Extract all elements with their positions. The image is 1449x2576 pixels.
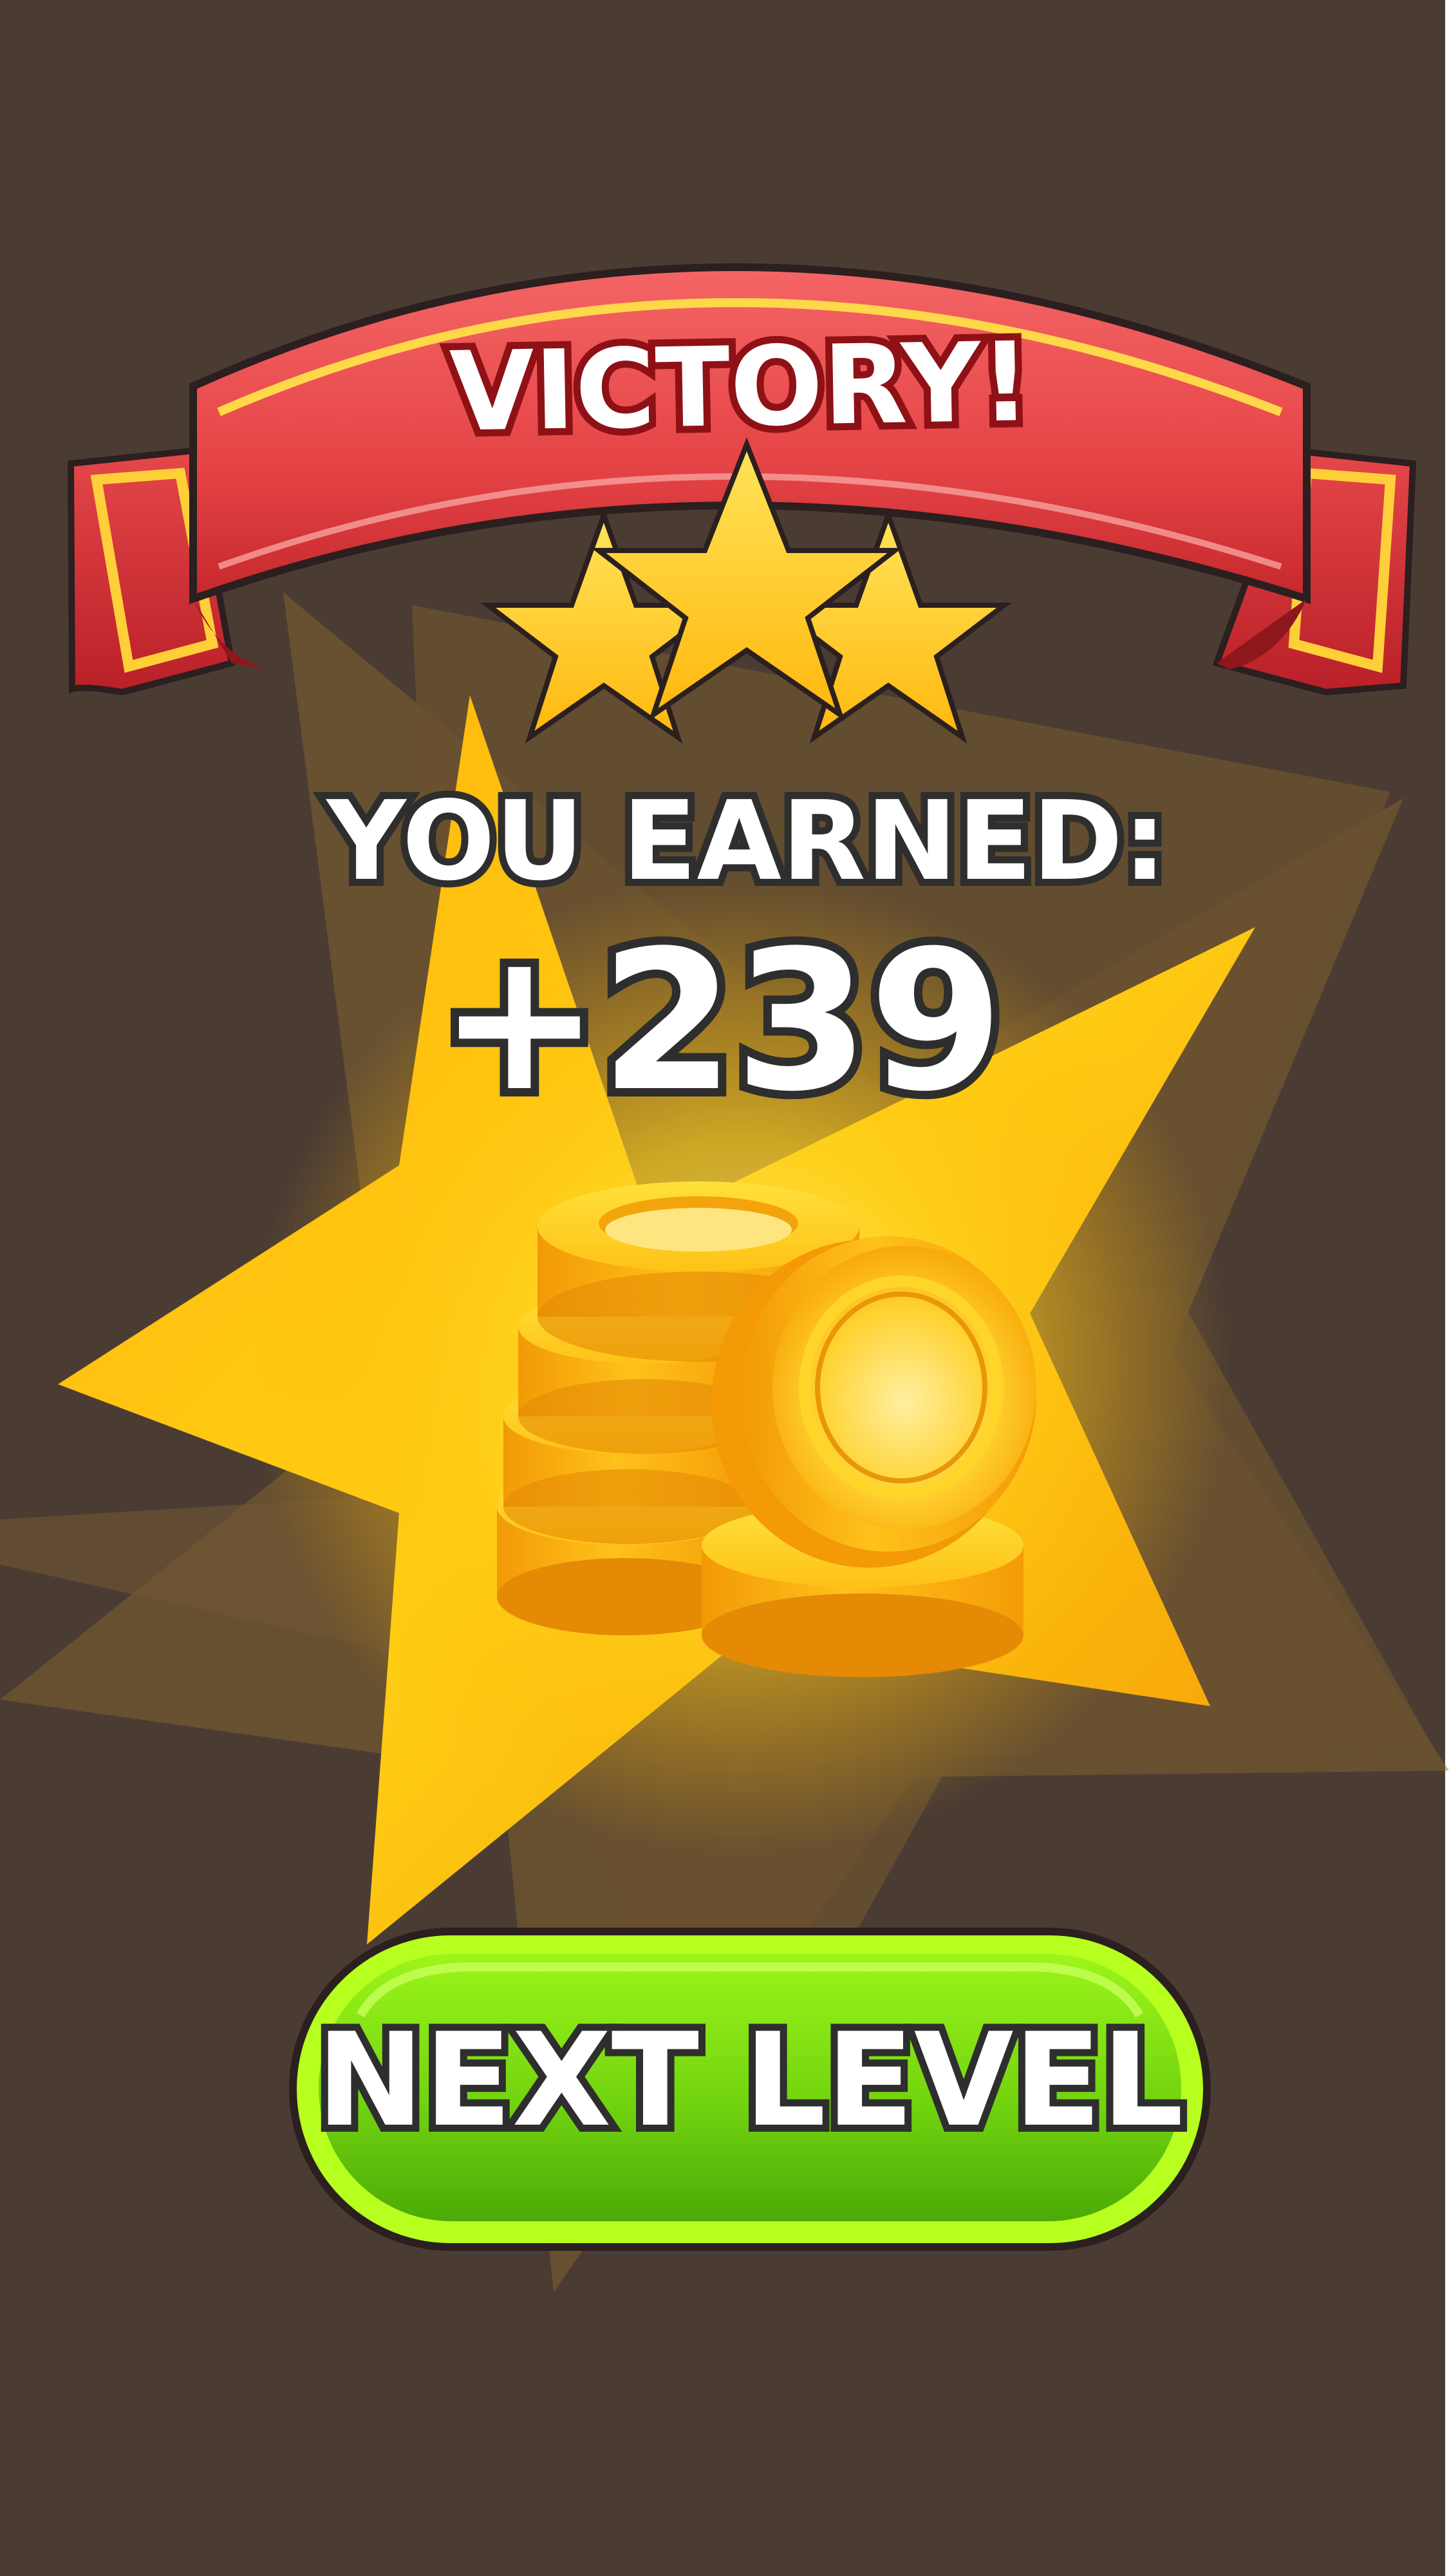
victory-artwork: VICTORY! YOU EARNED: +239 NEXT LEVEL — [0, 0, 1449, 2576]
next-level-button[interactable]: NEXT LEVEL — [289, 1928, 1211, 2251]
right-edge-stripe — [1445, 0, 1449, 2576]
banner-title: VICTORY! — [449, 319, 1032, 456]
victory-screen: VICTORY! YOU EARNED: +239 NEXT LEVEL — [0, 0, 1449, 2576]
next-level-label: NEXT LEVEL — [316, 2006, 1183, 2156]
reward-amount: +239 — [438, 909, 1004, 1134]
coin-stack-icon — [497, 1181, 1036, 1677]
reward-heading: YOU EARNED: — [326, 778, 1167, 905]
